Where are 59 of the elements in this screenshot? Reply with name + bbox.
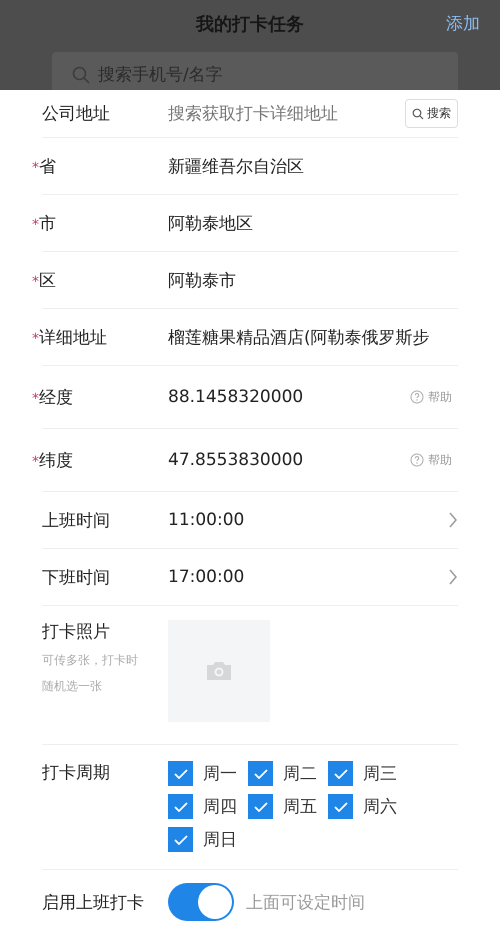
checkbox[interactable] [328,761,353,786]
check-icon [174,834,188,844]
chevron-right-icon[interactable] [448,569,458,585]
help-icon[interactable] [410,390,424,404]
checkbox[interactable] [248,761,273,786]
check-icon [334,802,348,812]
field-label: 市 [39,212,56,234]
field-label: 启用上班打卡 [42,892,144,914]
field-label: 下班时间 [42,566,110,588]
search-icon [412,108,424,120]
checkbox[interactable] [248,794,273,819]
check-icon [174,802,188,812]
required-mark: * [32,390,39,406]
toggle-switch[interactable] [168,883,234,921]
check-icon [334,768,348,778]
switch-note: 上面可设定时间 [246,892,365,914]
required-mark: * [32,330,39,346]
check-icon [254,802,268,812]
field-label: 区 [39,270,56,292]
day-label: 周二 [283,763,317,785]
day-label: 周日 [203,829,237,851]
field-label: 纬度 [39,450,73,472]
help-icon[interactable] [410,453,424,467]
checkbox[interactable] [168,761,193,786]
day-label: 周三 [363,763,397,785]
required-mark: * [32,454,39,470]
field-label: 打卡周期 [42,762,110,784]
day-label: 周一 [203,763,237,785]
check-icon [174,768,188,778]
day-label: 周四 [203,796,237,818]
checkbox[interactable] [328,794,353,819]
time-value[interactable]: 17:00:00 [168,567,448,587]
checkbox[interactable] [168,827,193,852]
check-icon [254,768,268,778]
field-value: 88.1458320000 [168,387,304,407]
hint-text: 可传多张，打卡时 [42,652,139,669]
search-button[interactable]: 搜索 [405,99,458,128]
hint-text: 随机选一张 [42,678,103,695]
field-value: 阿勒泰市 [168,270,237,292]
required-mark: * [32,216,39,232]
day-label: 周五 [283,796,317,818]
field-value: 榴莲糖果精品酒店(阿勒泰俄罗斯步 [168,326,431,348]
camera-icon [205,660,233,682]
required-mark: * [32,274,39,290]
field-value: 47.8553830000 [168,450,304,470]
day-label: 周六 [363,796,397,818]
field-label: 详细地址 [39,326,107,348]
add-link[interactable]: 添加 [446,12,480,35]
time-value[interactable]: 11:00:00 [168,510,448,530]
field-value: 阿勒泰地区 [168,212,254,234]
field-label: 经度 [39,386,73,408]
field-label: 公司地址 [42,103,110,125]
required-mark: * [32,160,39,176]
field-label: 省 [39,156,56,178]
chevron-right-icon[interactable] [448,512,458,528]
field-value: 新疆维吾尔自治区 [168,156,305,178]
checkbox[interactable] [168,794,193,819]
field-label: 上班时间 [42,510,110,532]
field-label: 打卡照片 [42,621,111,643]
